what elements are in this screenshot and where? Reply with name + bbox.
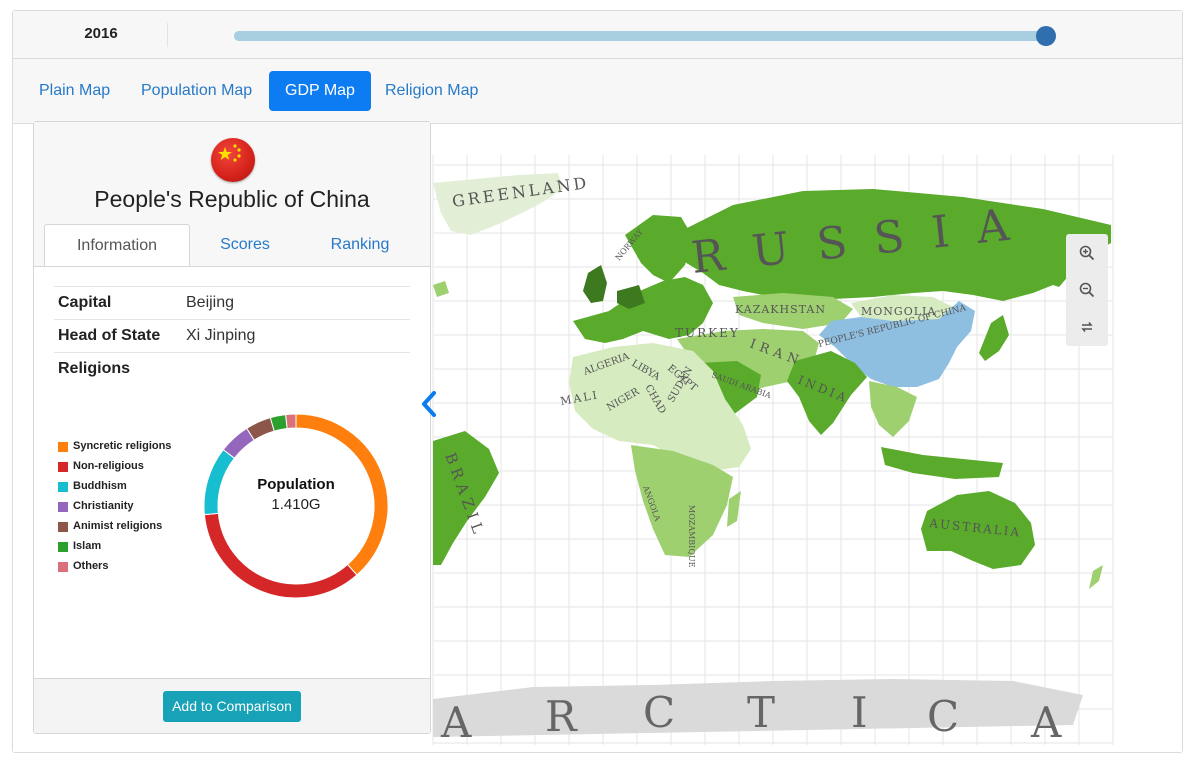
legend-swatch [58,482,68,492]
tab-plain-map[interactable]: Plain Map [23,71,126,111]
head-of-state-row: Head of State Xi Jinping [54,319,410,352]
divider [167,23,168,47]
legend-label: Islam [73,540,102,552]
legend-swatch [58,542,68,552]
donut-center-title: Population [257,476,335,493]
label-mozambique: MOZAMBIQUE [687,505,696,568]
flag-stars [218,144,241,162]
panel-header: People's Republic of China Information S… [34,122,430,267]
legend-swatch [58,442,68,452]
legend-swatch [58,522,68,532]
panel-footer: Add to Comparison [34,678,430,733]
tab-religion-map[interactable]: Religion Map [369,71,494,111]
legend-swatch [58,502,68,512]
label-kazakhstan: KAZAKHSTAN [735,303,826,316]
zoom-in-button[interactable] [1066,236,1108,270]
reset-icon [1081,322,1093,332]
antarctica-letter: I [851,688,868,737]
tab-information[interactable]: Information [44,224,190,267]
antarctica-letter: C [643,688,675,737]
legend-swatch [58,462,68,472]
legend-label: Animist religions [73,520,163,532]
zoom-in-icon [1079,245,1095,261]
antarctica-letter: A [440,698,472,747]
head-of-state-label: Head of State [58,327,161,344]
antarctica-letter: T [747,688,775,737]
donut-slice[interactable] [285,413,297,430]
legend-label: Christianity [73,500,134,512]
donut-slice[interactable] [203,512,358,599]
legend-label: Syncretic religions [73,440,172,452]
legend-label: Others [73,560,109,572]
antarctica-letter: A [1030,698,1062,747]
capital-label: Capital [58,294,112,311]
antarctica-letter: R [545,692,578,741]
year-label: 2016 [84,25,118,42]
label-turkey: TURKEY [675,326,740,340]
antarctica-letter: C [927,692,959,741]
country-info-panel: People's Republic of China Information S… [33,121,431,734]
tab-gdp-map[interactable]: GDP Map [269,71,371,111]
legend-label: Buddhism [73,480,127,492]
reset-view-button[interactable] [1066,310,1108,344]
map-zoom-controls [1066,234,1108,346]
donut-center-value: 1.410G [271,496,321,513]
country-name: People's Republic of China [94,186,370,212]
iceland-shape[interactable] [433,281,449,297]
zoom-out-icon [1079,282,1095,298]
southeast-asia-shape[interactable] [869,381,917,437]
tab-population-map[interactable]: Population Map [125,71,268,111]
japan-shape[interactable] [979,315,1009,361]
religions-row: Religions [54,352,410,385]
chevron-left-icon[interactable] [418,388,442,420]
new-zealand-shape[interactable] [1089,565,1103,589]
zoom-out-button[interactable] [1066,273,1108,307]
tab-divider [34,266,430,267]
head-of-state-value: Xi Jinping [186,327,256,344]
indonesia-shape[interactable] [881,447,1003,479]
legend-label: Non-religious [73,460,144,472]
religions-label: Religions [58,360,131,377]
legend-swatch [58,562,68,572]
donut-slice[interactable] [295,413,389,576]
tab-scores[interactable]: Scores [190,224,300,266]
map-type-tabs: Plain Map Population Map GDP Map Religio… [13,59,1182,124]
tab-ranking[interactable]: Ranking [304,224,416,266]
add-to-comparison-button[interactable]: Add to Comparison [163,691,301,722]
year-timeline-bar: 2016 [13,11,1182,59]
china-flag-icon [211,138,255,182]
year-slider-track[interactable] [234,31,1046,41]
year-slider-thumb[interactable] [1036,26,1056,46]
capital-row: Capital Beijing [54,286,410,319]
year-slider-fill [234,31,1046,41]
capital-value: Beijing [186,294,235,311]
